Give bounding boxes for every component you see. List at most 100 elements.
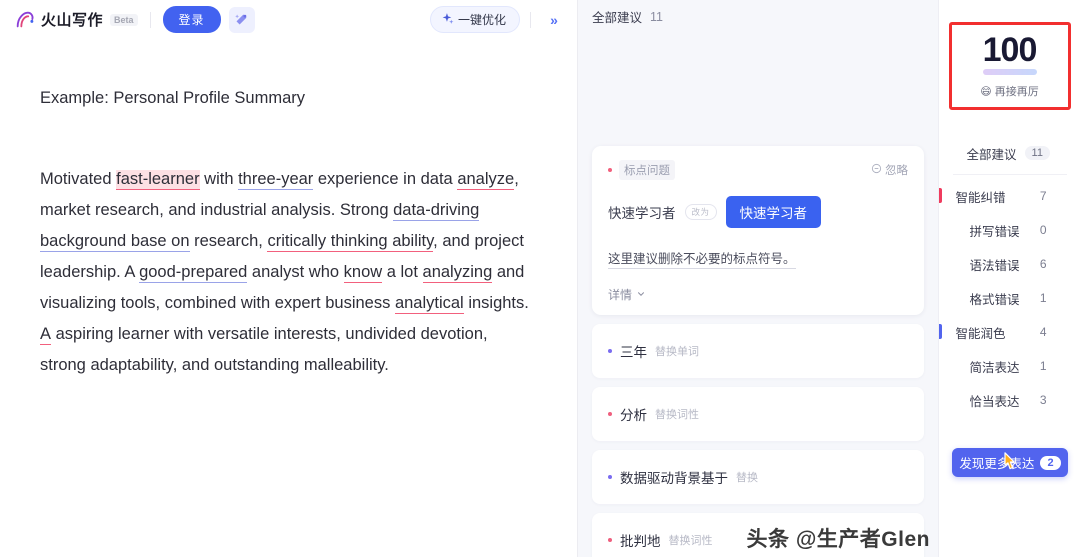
category-count: 1 — [1039, 359, 1047, 373]
category-item-恰当表达[interactable]: 恰当表达 3 — [939, 383, 1080, 417]
minus-circle-icon — [871, 163, 882, 177]
toolbar-divider-2 — [530, 11, 531, 28]
grammar-error-mark: analyze — [457, 170, 515, 191]
category-active-bar — [938, 324, 942, 339]
suggestions-scroll-area[interactable]: 标点问题 忽略 快速学习者 改为 快速学习者 这里建议删除不必要的标点符号。 详… — [578, 33, 938, 557]
one-click-optimize-button[interactable]: 一键优化 — [429, 6, 520, 33]
category-separator — [952, 174, 1067, 175]
suggestion-row-tag: 替换 — [736, 472, 758, 484]
category-label: 智能润色 — [955, 326, 1006, 341]
category-count: 1 — [1039, 291, 1047, 305]
discover-more-wrap: 发现更多表达 2 — [952, 448, 1068, 477]
document-editor[interactable]: Example: Personal Profile Summary Motiva… — [0, 39, 577, 557]
chevron-down-icon — [636, 288, 646, 302]
category-item-格式错误[interactable]: 格式错误 1 — [939, 281, 1080, 315]
suggestion-row[interactable]: 批判地 替换词性 — [592, 513, 924, 557]
suggestion-row-text: 批判地 — [620, 534, 661, 549]
document-text: insights. — [463, 294, 529, 313]
grammar-error-mark: A — [40, 325, 52, 346]
suggestion-row-dot — [608, 349, 612, 353]
suggestions-header-label: 全部建议 — [592, 11, 643, 25]
category-item-智能润色[interactable]: 智能润色 4 — [938, 315, 1080, 349]
sparkle-icon — [441, 12, 454, 28]
suggestion-card-active[interactable]: 标点问题 忽略 快速学习者 改为 快速学习者 这里建议删除不必要的标点符号。 详… — [592, 146, 924, 315]
category-item-拼写错误[interactable]: 拼写错误 0 — [939, 213, 1080, 247]
ignore-suggestion-button[interactable]: 忽略 — [871, 162, 908, 178]
category-count: 3 — [1039, 393, 1047, 407]
category-item-智能纠错[interactable]: 智能纠错 7 — [938, 179, 1080, 213]
score-sidebar: 100 😄 再接再厉 全部建议 11 智能纠错 7 拼写错误 0 语法错误 6 格式错误 1 智… — [938, 0, 1080, 557]
brand: 火山写作 Beta — [14, 9, 138, 31]
suggestion-row[interactable]: 数据驱动背景基于 替换 — [592, 450, 924, 504]
category-label: 简洁表达 — [969, 360, 1020, 375]
document-text: with — [199, 170, 239, 189]
suggestion-description: 这里建议删除不必要的标点符号。 — [608, 252, 796, 269]
suggestion-row-tag: 替换词性 — [655, 409, 699, 421]
discover-more-badge: 2 — [1040, 455, 1061, 470]
category-label: 格式错误 — [969, 292, 1020, 307]
category-active-bar — [938, 188, 942, 203]
polish-suggestion-mark: good-prepared — [139, 263, 248, 284]
score-value: 100 — [982, 31, 1038, 69]
document-text: aspiring learner with versatile interest… — [40, 325, 488, 375]
smile-emoji-icon: 😄 — [980, 85, 992, 98]
detail-label: 详情 — [608, 288, 633, 302]
suggestion-description-wrap: 这里建议删除不必要的标点符号。 — [608, 248, 908, 269]
ignore-label: 忽略 — [885, 165, 908, 177]
category-item-all[interactable]: 全部建议 11 — [939, 136, 1080, 170]
suggestion-row-text: 三年 — [620, 345, 647, 360]
category-item-简洁表达[interactable]: 简洁表达 1 — [939, 349, 1080, 383]
suggestion-row-dot — [608, 538, 612, 542]
document-text: a lot — [382, 263, 423, 282]
suggestion-row[interactable]: 三年 替换单词 — [592, 324, 924, 378]
suggestion-row-dot — [608, 475, 612, 479]
suggestions-header-count: 11 — [650, 9, 663, 24]
category-label: 拼写错误 — [969, 224, 1020, 239]
score-underline-decoration — [982, 69, 1037, 75]
grammar-error-mark-active: fast-learner — [116, 170, 200, 191]
grammar-error-mark: analytical — [394, 294, 464, 315]
brand-name: 火山写作 — [41, 12, 104, 29]
grammar-error-mark: know — [343, 263, 383, 284]
document-body[interactable]: Motivated fast-learner with three-year e… — [40, 164, 537, 381]
document-text: experience in data — [313, 170, 458, 189]
suggestion-detail-toggle[interactable]: 详情 — [608, 286, 908, 303]
toolbar-right-group: 一键优化 » — [429, 6, 567, 33]
suggestion-row[interactable]: 分析 替换词性 — [592, 387, 924, 441]
category-label: 语法错误 — [969, 258, 1020, 273]
suggestion-type-label: 标点问题 — [619, 160, 675, 180]
suggestions-pane: 全部建议 11 标点问题 忽略 快速学习者 改为 快速学习者 这里建议删除不必要… — [578, 0, 938, 557]
category-count: 7 — [1039, 189, 1047, 203]
suggestion-card-header: 标点问题 忽略 — [608, 160, 908, 180]
grammar-error-mark: analyzing — [422, 263, 493, 284]
category-all-label: 全部建议 — [966, 147, 1017, 162]
discover-more-button[interactable]: 发现更多表达 2 — [952, 448, 1068, 477]
category-rows: 智能纠错 7 拼写错误 0 语法错误 6 格式错误 1 智能润色 4 简洁表达 1 恰当表达 3 — [938, 179, 1080, 417]
document-text: Motivated — [40, 170, 117, 189]
toolbar-divider — [149, 11, 151, 28]
category-all-count: 11 — [1024, 146, 1050, 160]
magic-wand-icon[interactable] — [228, 6, 255, 33]
suggestions-header: 全部建议 11 — [578, 0, 938, 33]
suggestion-row-tag: 替换单词 — [655, 346, 699, 358]
login-button[interactable]: 登录 — [162, 6, 221, 33]
beta-tag: Beta — [110, 13, 138, 26]
category-list: 全部建议 11 智能纠错 7 拼写错误 0 语法错误 6 格式错误 1 智能润色 4 简洁表达 1 恰当… — [938, 136, 1080, 417]
expand-panel-button[interactable]: » — [541, 7, 567, 33]
grammar-error-mark: critically thinking ability — [267, 232, 434, 253]
suggestion-row-list: 三年 替换单词 分析 替换词性 数据驱动背景基于 替换 批判地 替换词性 — [592, 324, 924, 557]
category-label: 恰当表达 — [969, 394, 1020, 409]
category-label: 智能纠错 — [955, 190, 1006, 205]
app-root: 火山写作 Beta 登录 一键优化 » Example: Personal Pr… — [0, 0, 1080, 557]
suggestion-row-text: 数据驱动背景基于 — [620, 471, 728, 486]
polish-suggestion-mark: three-year — [238, 170, 314, 191]
one-click-optimize-label: 一键优化 — [457, 13, 506, 27]
category-item-语法错误[interactable]: 语法错误 6 — [939, 247, 1080, 281]
suggestion-row-text: 分析 — [620, 408, 647, 423]
replace-arrow-label: 改为 — [684, 204, 717, 220]
suggestion-row-tag: 替换词性 — [668, 535, 713, 547]
category-count: 0 — [1039, 223, 1047, 237]
category-count: 6 — [1039, 257, 1047, 271]
suggestion-replace-row: 快速学习者 改为 快速学习者 — [608, 196, 908, 228]
apply-replacement-button[interactable]: 快速学习者 — [725, 196, 822, 228]
